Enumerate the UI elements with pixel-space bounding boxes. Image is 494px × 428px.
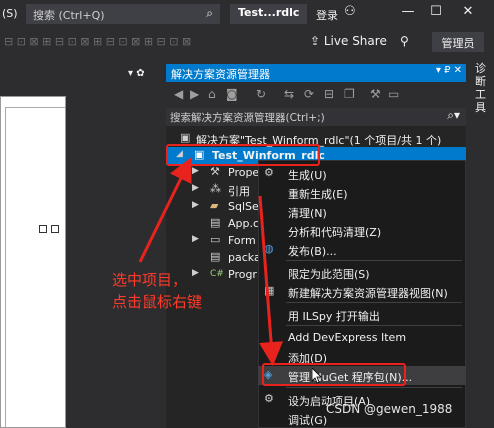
mouse-cursor-icon bbox=[312, 368, 322, 384]
annotation-arrows bbox=[138, 157, 284, 366]
annotation-line1: 选中项目， bbox=[112, 271, 188, 289]
arrow-to-nuget bbox=[258, 195, 284, 366]
annotation-line2: 点击鼠标右键 bbox=[112, 293, 203, 311]
watermark: CSDN @gewen_1988 bbox=[326, 402, 453, 416]
arrow-to-project bbox=[138, 157, 192, 263]
